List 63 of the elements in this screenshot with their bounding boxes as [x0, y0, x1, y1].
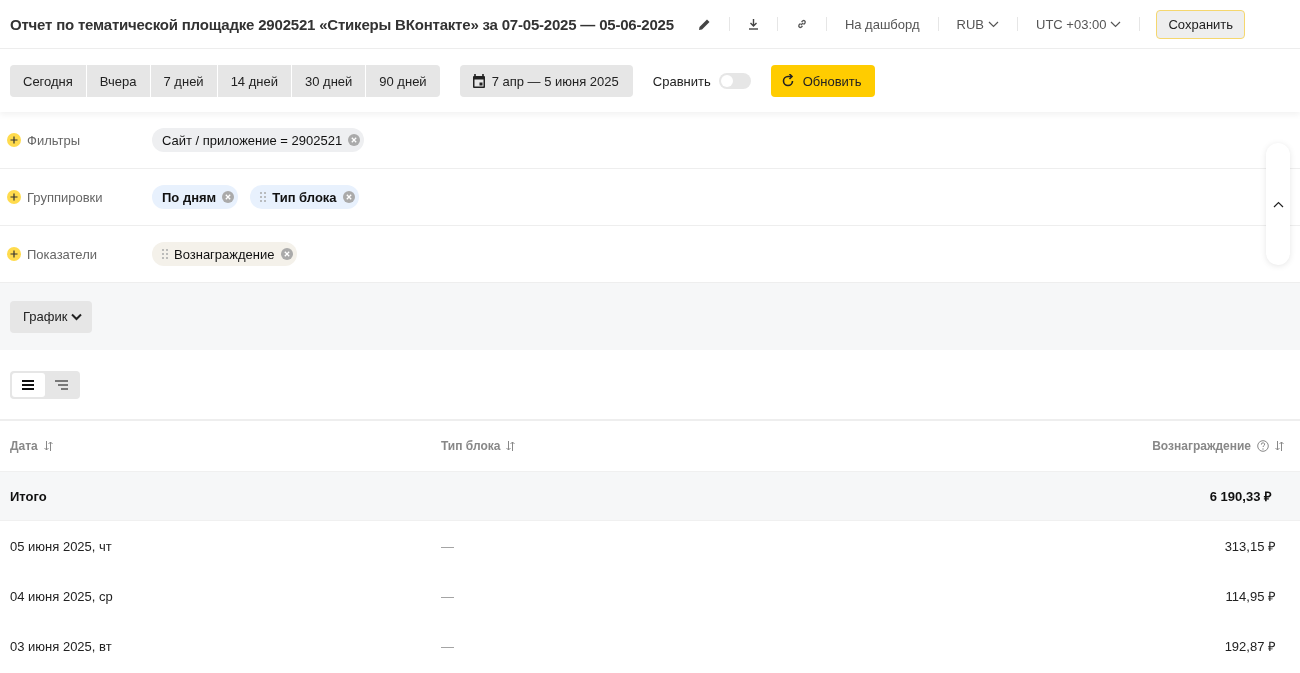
date-range-button[interactable]: 7 апр — 5 июня 2025	[459, 65, 633, 97]
period-button[interactable]: 30 дней	[291, 65, 366, 97]
total-label: Итого	[10, 488, 48, 504]
table-cell-text: 313,15 ₽	[1223, 538, 1276, 555]
table-cell-text: 05 июня 2025, чт	[10, 538, 113, 554]
list-icon	[22, 379, 35, 390]
timezone-dropdown[interactable]: UTC +03:00	[1026, 16, 1132, 32]
chevron-down-icon	[71, 312, 83, 321]
save-button[interactable]: Сохранить	[1156, 9, 1246, 39]
sort-icon[interactable]	[43, 441, 53, 451]
compare-label: Сравнить	[652, 73, 711, 89]
add-icon[interactable]	[7, 247, 21, 261]
download-icon	[747, 18, 759, 30]
section-label: Группировки	[27, 189, 103, 205]
chevron-up-icon	[1272, 200, 1284, 208]
calendar-icon	[471, 73, 486, 89]
pencil-icon	[697, 17, 711, 31]
column-header[interactable]: Вознаграждение	[1152, 439, 1284, 453]
drag-handle-icon	[260, 192, 267, 202]
column-header[interactable]: Тип блока	[441, 439, 516, 453]
period-button[interactable]: 7 дней	[150, 65, 217, 97]
link-icon	[795, 18, 808, 30]
table-cell-text: 114,95 ₽	[1224, 588, 1276, 605]
view-mode-switch[interactable]	[10, 370, 80, 399]
refresh-icon	[780, 74, 795, 88]
remove-icon[interactable]	[342, 191, 355, 203]
flat-view-button[interactable]	[12, 372, 45, 397]
grouping-chip[interactable]: Тип блока	[250, 185, 359, 209]
tree-list-icon	[55, 379, 68, 390]
table-cell-text: 192,87 ₽	[1223, 638, 1276, 655]
help-icon	[1257, 440, 1269, 452]
chart-dropdown[interactable]: График	[10, 300, 93, 333]
filter-chip[interactable]: Сайт / приложение = 2902521	[152, 128, 365, 152]
period-button[interactable]: 90 дней	[366, 65, 440, 97]
refresh-button[interactable]: Обновить	[770, 65, 875, 97]
table-cell-text: 03 июня 2025, вт	[10, 638, 113, 654]
sort-icon[interactable]	[1275, 441, 1284, 451]
metric-chip[interactable]: Вознаграждение	[152, 242, 297, 266]
remove-icon[interactable]	[222, 191, 235, 203]
period-button[interactable]: Сегодня	[10, 65, 86, 97]
table-cell-text: —	[441, 588, 455, 604]
compare-toggle[interactable]	[718, 73, 751, 89]
currency-dropdown[interactable]: RUB	[946, 16, 1009, 32]
table-cell-text: —	[441, 638, 455, 654]
grouping-chip[interactable]: По дням	[152, 185, 239, 209]
table-cell-text: —	[441, 538, 455, 554]
remove-icon[interactable]	[280, 248, 293, 260]
dashboard-link[interactable]: На дашборд	[834, 16, 930, 32]
drag-handle-icon	[162, 249, 168, 259]
period-button[interactable]: Вчера	[86, 65, 150, 97]
add-icon[interactable]	[7, 133, 21, 147]
chevron-down-icon	[988, 20, 999, 28]
period-button[interactable]: 14 дней	[217, 65, 291, 97]
report-title: Отчет по тематической площадке 2902521 «Стикеры ВКонтакте» за 07-05-2025 — 05-06-2025	[10, 15, 674, 33]
total-value: 6 190,33 ₽	[1208, 488, 1272, 505]
remove-icon[interactable]	[348, 134, 361, 146]
add-icon[interactable]	[7, 190, 21, 204]
table-cell-text: 04 июня 2025, ср	[10, 588, 114, 604]
sort-icon[interactable]	[506, 441, 516, 451]
chevron-down-icon	[1110, 20, 1122, 28]
section-label: Фильтры	[27, 132, 80, 148]
column-header[interactable]: Дата	[10, 439, 53, 453]
section-label: Показатели	[27, 246, 97, 262]
